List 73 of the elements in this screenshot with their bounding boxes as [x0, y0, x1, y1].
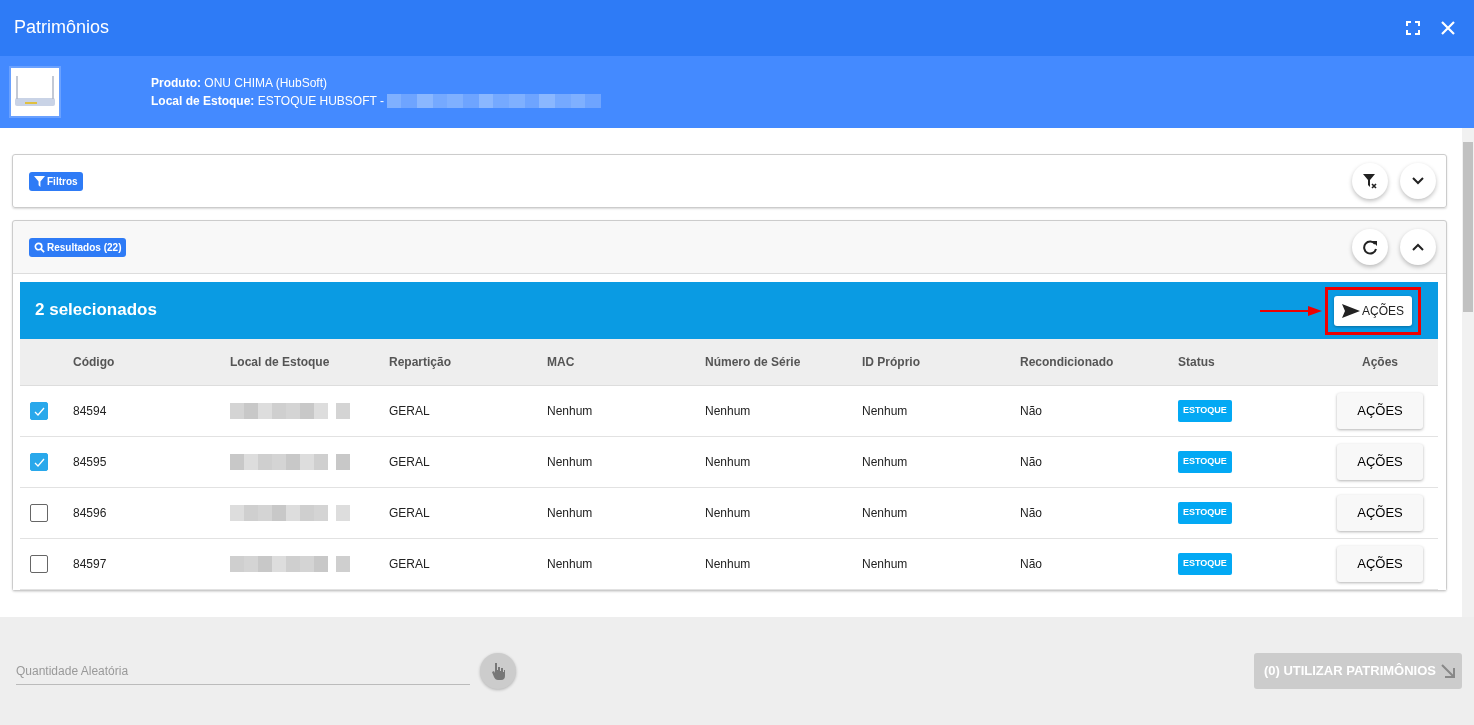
column-header: ID Próprio: [862, 354, 920, 371]
table-cell-text: GERAL: [389, 556, 430, 573]
fullscreen-icon: [1406, 21, 1420, 35]
refresh-button[interactable]: [1352, 229, 1388, 265]
chevron-up-icon: [1412, 243, 1424, 251]
column-header: MAC: [547, 354, 575, 371]
arrow-down-right-icon: [1440, 663, 1456, 679]
quantity-field[interactable]: Quantidade Aleatória: [16, 657, 470, 685]
table-cell-text: Nenhum: [862, 505, 908, 522]
column-header: Recondicionado: [1020, 354, 1114, 371]
table-cell-text: Nenhum: [547, 403, 593, 420]
table-cell-text: 84596: [73, 505, 108, 522]
actions-button[interactable]: AÇÕES: [1334, 295, 1412, 326]
arrow-icon: [1260, 305, 1322, 316]
column-header: Repartição: [389, 354, 452, 371]
close-icon: [1440, 20, 1456, 36]
status-badge: ESTOQUE: [1178, 502, 1232, 524]
table-cell-text: Nenhum: [705, 454, 751, 471]
status-badge: ESTOQUE: [1178, 451, 1232, 473]
filters-label: Filtros: [47, 174, 78, 189]
row-checkbox[interactable]: [30, 555, 48, 573]
table-cell-text: Nenhum: [862, 556, 908, 573]
table-cell-text: GERAL: [389, 454, 430, 471]
table-cell-text: Não: [1020, 556, 1042, 573]
product-label: Produto: ONU CHIMA (HubSoft): [151, 75, 329, 92]
random-pick-button[interactable]: [480, 653, 516, 689]
hand-pointer-icon: [490, 662, 506, 680]
column-header: Número de Série: [705, 354, 801, 371]
table-cell-text: Nenhum: [705, 403, 751, 420]
expand-button[interactable]: [1400, 163, 1436, 199]
row-actions-button[interactable]: AÇÕES: [1337, 444, 1423, 480]
table-cell-text: Nenhum: [705, 556, 751, 573]
row-actions-button[interactable]: AÇÕES: [1337, 495, 1423, 531]
chevron-down-icon: [1412, 177, 1424, 185]
row-actions-button[interactable]: AÇÕES: [1337, 393, 1423, 429]
table-cell-text: 84595: [73, 454, 108, 471]
status-badge: ESTOQUE: [1178, 400, 1232, 422]
column-header: Status: [1178, 354, 1215, 371]
scrollbar-thumb[interactable]: [1463, 142, 1473, 312]
table-cell-text: Não: [1020, 403, 1042, 420]
refresh-icon: [1362, 239, 1378, 255]
table-cell-text: Não: [1020, 454, 1042, 471]
table-cell-text: Nenhum: [547, 454, 593, 471]
stock-location-label: Local de Estoque: ESTOQUE HUBSOFT -: [151, 93, 384, 110]
row-checkbox[interactable]: [30, 504, 48, 522]
search-icon: [34, 241, 45, 253]
table-cell-text: Nenhum: [705, 505, 751, 522]
table-cell-text: Nenhum: [862, 454, 908, 471]
selection-count: 2 selecionados: [35, 300, 157, 321]
clear-filters-button[interactable]: [1352, 163, 1388, 199]
filter-icon: [34, 175, 45, 187]
column-header: Local de Estoque: [230, 354, 330, 371]
window-title: Patrimônios: [14, 17, 110, 39]
row-checkbox[interactable]: [30, 402, 48, 420]
send-icon: [1342, 303, 1360, 318]
collapse-button[interactable]: [1400, 229, 1436, 265]
results-label: Resultados (22): [47, 240, 122, 255]
table-cell-text: GERAL: [389, 505, 430, 522]
column-header: Ações: [1362, 354, 1398, 371]
check-icon: [33, 405, 45, 417]
row-actions-button[interactable]: AÇÕES: [1337, 546, 1423, 582]
table-cell-text: Nenhum: [547, 505, 593, 522]
table-cell-text: Nenhum: [862, 403, 908, 420]
filter-clear-icon: [1362, 173, 1378, 189]
row-checkbox[interactable]: [30, 453, 48, 471]
table-cell-text: Não: [1020, 505, 1042, 522]
table-cell-text: 84594: [73, 403, 108, 420]
check-icon: [33, 456, 45, 468]
column-header: Código: [73, 354, 115, 371]
status-badge: ESTOQUE: [1178, 553, 1232, 575]
table-cell-text: Nenhum: [547, 556, 593, 573]
table-cell-text: GERAL: [389, 403, 430, 420]
table-cell-text: 84597: [73, 556, 108, 573]
